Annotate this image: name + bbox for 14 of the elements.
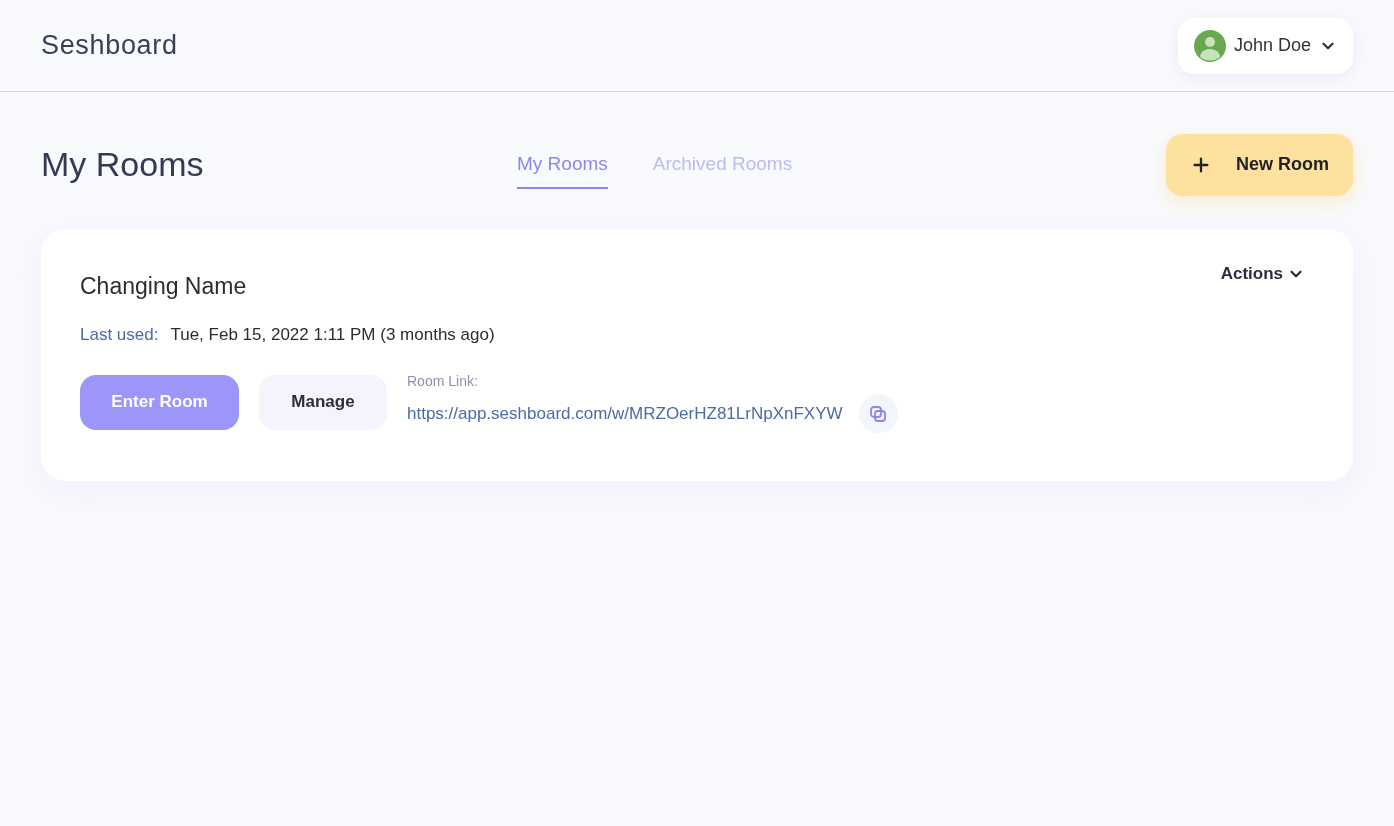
room-link-label: Room Link:	[407, 372, 479, 391]
new-room-button[interactable]: New Room	[1166, 133, 1353, 196]
copy-icon	[869, 404, 888, 423]
actions-dropdown[interactable]: Actions	[1220, 261, 1305, 287]
page-title: My Rooms	[41, 144, 205, 185]
last-used-date: Tue, Feb 15, 2022 1:11 PM (3 months ago)	[170, 323, 495, 346]
avatar-icon	[1193, 29, 1226, 62]
copy-button[interactable]	[858, 394, 898, 433]
user-menu[interactable]: John Doe	[1177, 17, 1353, 74]
app-logo[interactable]: Seshboard	[41, 25, 178, 66]
room-name: Changing Name	[80, 272, 247, 301]
last-used-label: Last used:	[80, 323, 159, 346]
room-link[interactable]: https://app.seshboard.com/w/MRZOerHZ81LrNpXnFXYW	[407, 400, 843, 427]
manage-button[interactable]: Manage	[259, 374, 387, 430]
